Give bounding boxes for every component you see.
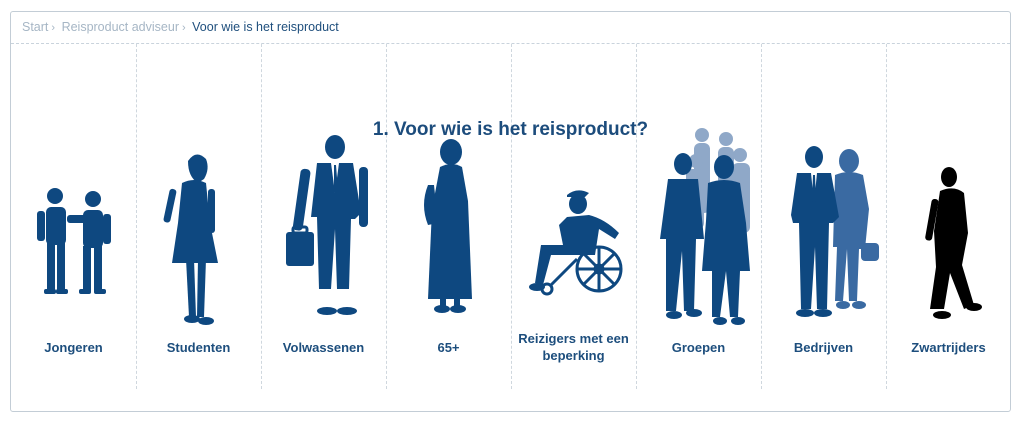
category-bedrijven[interactable]: Bedrijven: [761, 44, 887, 389]
category-volwassenen[interactable]: Volwassenen: [261, 44, 387, 389]
breadcrumb-advisor[interactable]: Reisproduct adviseur: [62, 20, 179, 34]
category-beperking[interactable]: Reizigers met een beperking: [511, 44, 637, 389]
advisor-panel: Start › Reisproduct adviseur › Voor wie is…: [10, 11, 1011, 412]
category-label: 65+: [437, 339, 460, 355]
fare-dodger-icon: [925, 167, 982, 319]
business-couple-icon: [791, 146, 879, 317]
category-jongeren[interactable]: Jongeren: [11, 44, 137, 389]
category-zwartrijders[interactable]: Zwartrijders: [886, 44, 1010, 389]
category-label: Bedrijven: [793, 339, 854, 355]
young-woman-icon: [163, 154, 218, 325]
category-label: Groepen: [671, 339, 726, 355]
page-title: 1. Voor wie is het reisproduct?: [372, 119, 649, 140]
businessman-briefcase-icon: [286, 135, 368, 315]
breadcrumb-current: Voor wie is het reisproduct: [192, 20, 339, 34]
category-studenten[interactable]: Studenten: [136, 44, 262, 389]
wheelchair-user-icon: [529, 190, 623, 296]
category-label: Jongeren: [44, 339, 103, 355]
category-grid: Jongeren Studenten Volwassenen 65+ Reizi…: [11, 44, 1010, 389]
category-label: Studenten: [166, 339, 231, 355]
breadcrumb-separator: ›: [181, 22, 186, 34]
group-people-icon: [660, 128, 750, 325]
two-boys-icon: [37, 188, 111, 294]
category-label: Volwassenen: [282, 339, 365, 355]
category-label: Reizigers met een beperking: [518, 331, 629, 363]
breadcrumb-separator: ›: [51, 22, 56, 34]
breadcrumb: Start › Reisproduct adviseur › Voor wie is…: [11, 12, 1010, 44]
category-label: Zwartrijders: [911, 339, 986, 355]
category-65plus[interactable]: 65+: [386, 44, 512, 389]
category-groepen[interactable]: Groepen: [636, 44, 762, 389]
breadcrumb-start[interactable]: Start: [22, 20, 48, 34]
elderly-woman-icon: [424, 139, 472, 313]
